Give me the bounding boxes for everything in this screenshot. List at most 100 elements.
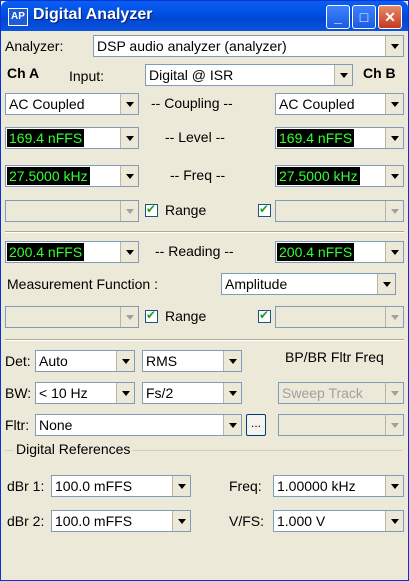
chevron-down-icon xyxy=(385,415,403,435)
freq-a-select[interactable]: 27.5000 kHz xyxy=(5,165,139,187)
dbr1-select[interactable]: 100.0 mFFS xyxy=(51,475,191,497)
chevron-down-icon[interactable] xyxy=(385,166,403,186)
references-title: Digital References xyxy=(13,441,134,457)
bw-label: BW: xyxy=(5,385,32,401)
chevron-down-icon[interactable] xyxy=(385,242,403,262)
range-b-checkbox[interactable] xyxy=(258,202,271,217)
chevron-down-icon[interactable] xyxy=(120,242,138,262)
coupling-a-select[interactable]: AC Coupled xyxy=(5,93,139,115)
bp-br-value: Sweep Track xyxy=(282,385,363,401)
chevron-down-icon[interactable] xyxy=(334,65,352,85)
level-label: -- Level -- xyxy=(165,129,225,145)
freq-a-value: 27.5000 kHz xyxy=(7,167,90,185)
ref-freq-select[interactable]: 1.00000 kHz xyxy=(273,475,404,497)
chevron-down-icon[interactable] xyxy=(116,351,134,371)
freq-label: -- Freq -- xyxy=(170,167,226,183)
channel-a-label: Ch A xyxy=(7,65,40,81)
input-label: Input: xyxy=(69,68,105,84)
input-value: Digital @ ISR xyxy=(149,67,234,83)
level-a-value: 169.4 nFFS xyxy=(7,129,85,147)
analyzer-label: Analyzer: xyxy=(5,38,64,54)
range-b-select xyxy=(275,200,404,222)
det-mode-select[interactable]: RMS xyxy=(142,350,242,372)
dbr2-select[interactable]: 100.0 mFFS xyxy=(51,510,191,532)
title-bar[interactable]: AP Digital Analyzer _ □ ✕ xyxy=(1,1,408,31)
channel-b-label: Ch B xyxy=(363,65,396,81)
level-b-value: 169.4 nFFS xyxy=(277,129,355,147)
fltr-more-button[interactable]: ... xyxy=(246,414,266,436)
chevron-down-icon[interactable] xyxy=(385,128,403,148)
reading-b-value: 200.4 nFFS xyxy=(277,243,355,261)
fltr-select[interactable]: None xyxy=(35,414,242,436)
range2-b-checkbox[interactable] xyxy=(258,308,271,323)
analyzer-select[interactable]: DSP audio analyzer (analyzer) xyxy=(93,35,404,57)
digital-analyzer-window: AP Digital Analyzer _ □ ✕ Analyzer: DSP … xyxy=(0,0,409,581)
chevron-down-icon xyxy=(120,201,138,221)
chevron-down-icon xyxy=(120,307,138,327)
input-select[interactable]: Digital @ ISR xyxy=(145,64,353,86)
chevron-down-icon[interactable] xyxy=(223,351,241,371)
chevron-down-icon xyxy=(385,383,403,403)
bp-br-select: Sweep Track xyxy=(278,382,404,404)
analyzer-value: DSP audio analyzer (analyzer) xyxy=(97,38,287,54)
level-b-select[interactable]: 169.4 nFFS xyxy=(275,127,404,149)
reading-a-select[interactable]: 200.4 nFFS xyxy=(5,241,139,263)
coupling-b-select[interactable]: AC Coupled xyxy=(275,93,404,115)
det-label: Det: xyxy=(5,353,31,369)
maximize-button[interactable]: □ xyxy=(352,5,376,29)
dbr1-label: dBr 1: xyxy=(7,478,45,494)
chevron-down-icon xyxy=(385,307,403,327)
chevron-down-icon[interactable] xyxy=(120,128,138,148)
coupling-b-value: AC Coupled xyxy=(279,96,355,112)
bw-fs-select[interactable]: Fs/2 xyxy=(142,382,242,404)
det-select[interactable]: Auto xyxy=(35,350,135,372)
close-icon: ✕ xyxy=(384,9,396,25)
range2-label: Range xyxy=(165,308,207,324)
reading-b-select[interactable]: 200.4 nFFS xyxy=(275,241,404,263)
chevron-down-icon[interactable] xyxy=(385,511,403,531)
vfs-select[interactable]: 1.000 V xyxy=(273,510,404,532)
dbr2-label: dBr 2: xyxy=(7,513,45,529)
chevron-down-icon[interactable] xyxy=(116,383,134,403)
chevron-down-icon[interactable] xyxy=(385,36,403,56)
close-button[interactable]: ✕ xyxy=(378,5,402,29)
range2-a-select xyxy=(5,306,139,328)
chevron-down-icon[interactable] xyxy=(120,166,138,186)
chevron-down-icon[interactable] xyxy=(172,476,190,496)
coupling-label: -- Coupling -- xyxy=(151,95,233,111)
measurement-label: Measurement Function : xyxy=(7,276,158,292)
bp-br-label: BP/BR Fltr Freq xyxy=(285,349,384,365)
range2-a-checkbox[interactable] xyxy=(145,308,158,323)
app-icon: AP xyxy=(8,8,28,26)
maximize-icon: □ xyxy=(359,9,369,25)
range-a-select xyxy=(5,200,139,222)
chevron-down-icon[interactable] xyxy=(120,94,138,114)
vfs-label: V/FS: xyxy=(229,513,265,529)
level-a-select[interactable]: 169.4 nFFS xyxy=(5,127,139,149)
range-a-checkbox[interactable] xyxy=(145,202,158,217)
det-value: Auto xyxy=(39,353,68,369)
range2-b-select xyxy=(275,306,404,328)
measurement-select[interactable]: Amplitude xyxy=(221,273,396,295)
bw-select[interactable]: < 10 Hz xyxy=(35,382,135,404)
freq-b-select[interactable]: 27.5000 kHz xyxy=(275,165,404,187)
minimize-button[interactable]: _ xyxy=(326,5,350,29)
separator xyxy=(5,339,404,341)
chevron-down-icon[interactable] xyxy=(223,383,241,403)
reading-label: -- Reading -- xyxy=(155,243,234,259)
measurement-value: Amplitude xyxy=(225,276,288,292)
range-label: Range xyxy=(165,202,207,218)
chevron-down-icon[interactable] xyxy=(385,476,403,496)
fltr-b-select xyxy=(278,414,404,436)
coupling-a-value: AC Coupled xyxy=(9,96,85,112)
chevron-down-icon xyxy=(385,201,403,221)
separator xyxy=(5,231,404,233)
chevron-down-icon[interactable] xyxy=(377,274,395,294)
window-title: Digital Analyzer xyxy=(33,6,153,23)
chevron-down-icon[interactable] xyxy=(385,94,403,114)
chevron-down-icon[interactable] xyxy=(172,511,190,531)
vfs-value: 1.000 V xyxy=(277,513,326,529)
reading-a-value: 200.4 nFFS xyxy=(7,243,85,261)
chevron-down-icon[interactable] xyxy=(223,415,241,435)
dbr1-value: 100.0 mFFS xyxy=(55,478,133,494)
